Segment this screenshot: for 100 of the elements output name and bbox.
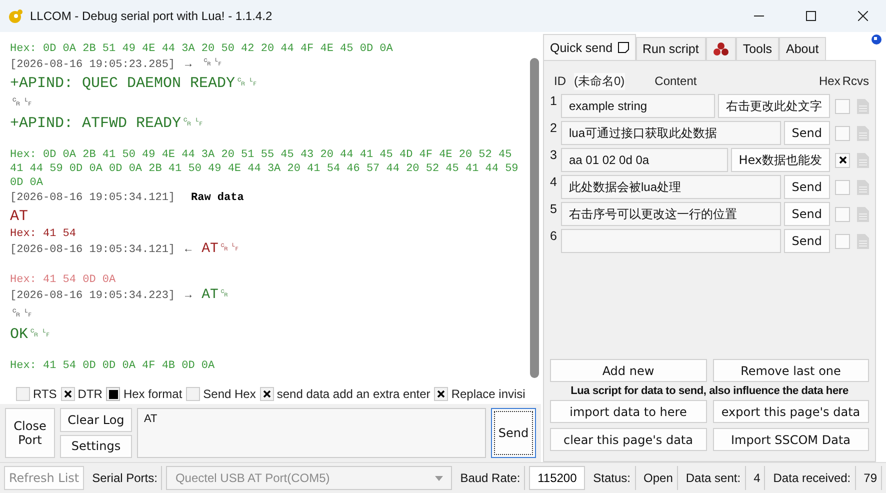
send-button[interactable]: Send bbox=[491, 408, 536, 458]
timestamp: [2026-08-16 19:05:34.223] bbox=[10, 289, 176, 304]
id-header: ID bbox=[554, 74, 566, 88]
send-row-button[interactable]: Send bbox=[784, 229, 830, 253]
page-name-header[interactable]: (未命名0) bbox=[574, 72, 625, 90]
direction-arrow: → bbox=[185, 289, 192, 304]
checkbox[interactable] bbox=[186, 387, 200, 401]
clear-log-button[interactable]: Clear Log bbox=[60, 408, 132, 432]
row-number[interactable]: 3 bbox=[550, 148, 558, 172]
tab[interactable]: Quick send bbox=[543, 34, 636, 60]
data-sent-value: 4 bbox=[750, 466, 766, 490]
timestamp: [2026-08-16 19:05:34.121] bbox=[10, 243, 176, 258]
tab[interactable] bbox=[706, 37, 736, 60]
data-line: OK␍␊ bbox=[10, 325, 54, 345]
note-icon bbox=[618, 42, 629, 53]
timestamp: [2026-08-16 19:05:23.285] bbox=[10, 58, 176, 73]
lua-script-note: Lua script for data to send, also influence the data here bbox=[570, 384, 850, 399]
data-action-button[interactable]: Import SSCOM Data bbox=[712, 428, 869, 451]
send-row-button[interactable]: Send bbox=[784, 202, 830, 226]
content-field[interactable]: example string bbox=[561, 94, 715, 118]
globe-icon[interactable] bbox=[871, 34, 882, 45]
scrollbar[interactable] bbox=[530, 58, 539, 378]
checkbox[interactable] bbox=[106, 387, 120, 401]
send-row-button[interactable]: 右击更改此处文字 bbox=[718, 94, 830, 118]
raw-data-label: Raw data bbox=[191, 191, 244, 206]
hex-checkbox[interactable] bbox=[835, 98, 850, 114]
data-line: ␍␊ bbox=[10, 94, 35, 114]
hex-line: Hex: 0D 0A 2B 41 50 49 4E 44 3A 20 51 55 45 43 20 44 41 45 4D 4F 4E 20 52 45 41 44 59 0D 0A 0D 0A 2B 41 50 49 4E 44 3A 20 41 54 46 57 44 20 52 45 41 44 59 0D 0A bbox=[10, 148, 520, 190]
send-input-field[interactable]: AT bbox=[137, 408, 486, 458]
data-line: +APIND: QUEC DAEMON READY␍␊ bbox=[10, 74, 260, 94]
data-action-button[interactable]: export this page's data bbox=[712, 400, 869, 423]
log-payload: AT␍ bbox=[202, 287, 230, 304]
document-icon[interactable] bbox=[857, 152, 869, 168]
checkbox-label: RTS bbox=[33, 387, 57, 401]
log-payload: ␍␊ bbox=[202, 56, 224, 73]
checkbox-label: Send Hex bbox=[203, 387, 256, 401]
checkbox[interactable] bbox=[60, 387, 75, 401]
log-payload: AT␍␊ bbox=[202, 241, 240, 258]
content-header: Content bbox=[654, 74, 697, 88]
data-line: ␍␊ bbox=[10, 305, 35, 325]
checkbox-label: DTR bbox=[78, 387, 102, 401]
content-field[interactable]: lua可通过接口获取此处数据 bbox=[561, 121, 781, 145]
data-action-button[interactable]: import data to here bbox=[550, 400, 706, 423]
add-new-button[interactable]: Add new bbox=[550, 359, 706, 382]
baud-rate-field[interactable]: 115200 bbox=[529, 466, 586, 490]
row-number[interactable]: 5 bbox=[550, 202, 558, 226]
hex-header: Hex bbox=[818, 74, 840, 88]
close-port-button[interactable]: Close Port bbox=[5, 408, 55, 458]
hex-checkbox[interactable] bbox=[835, 206, 850, 222]
send-row-button[interactable]: Send bbox=[784, 121, 830, 145]
hex-checkbox[interactable] bbox=[835, 234, 850, 248]
direction-arrow: ← bbox=[185, 243, 192, 258]
row-number[interactable]: 1 bbox=[550, 94, 558, 118]
maximize-icon bbox=[806, 11, 816, 21]
document-icon[interactable] bbox=[857, 126, 869, 140]
direction-arrow: → bbox=[185, 58, 192, 73]
rcvs-header: Rcvs bbox=[842, 74, 869, 88]
checkbox[interactable] bbox=[260, 387, 274, 401]
x-mark-icon bbox=[262, 390, 271, 398]
content-field[interactable]: 右击序号可以更改这一行的位置 bbox=[561, 202, 781, 226]
x-mark-icon bbox=[838, 156, 846, 164]
row-number[interactable]: 4 bbox=[550, 175, 558, 199]
status-value: Open bbox=[640, 466, 678, 490]
data-sent-label: Data sent: bbox=[682, 466, 746, 490]
content-field[interactable]: aa 01 02 0d 0a bbox=[561, 148, 728, 172]
content-field[interactable] bbox=[561, 229, 781, 253]
cubes-icon bbox=[712, 42, 729, 56]
document-icon[interactable] bbox=[857, 206, 869, 222]
content-field[interactable]: 此处数据会被lua处理 bbox=[561, 175, 781, 199]
serial-ports-label: Serial Ports: bbox=[88, 466, 162, 490]
status-label: Status: bbox=[589, 466, 636, 490]
hex-checkbox[interactable] bbox=[835, 180, 850, 194]
row-number[interactable]: 6 bbox=[550, 229, 558, 253]
data-line: AT bbox=[10, 207, 30, 227]
data-received-label: Data received: bbox=[769, 466, 856, 490]
hex-line: Hex: 0D 0A 2B 51 49 4E 44 3A 20 50 42 20 44 4F 4E 45 0D 0A bbox=[10, 42, 394, 56]
window-title: LLCOM - Debug serial port with Lua! - 1.1.4.2 bbox=[30, 9, 274, 23]
tab[interactable]: About bbox=[779, 37, 826, 60]
row-number[interactable]: 2 bbox=[550, 121, 558, 145]
document-icon[interactable] bbox=[857, 180, 869, 194]
document-icon[interactable] bbox=[857, 98, 869, 114]
send-row-button[interactable]: Send bbox=[784, 175, 830, 199]
x-mark-icon bbox=[437, 390, 446, 398]
hex-checkbox[interactable] bbox=[835, 152, 850, 168]
hex-line: Hex: 41 54 0D 0A bbox=[10, 273, 117, 287]
hex-line: Hex: 41 54 bbox=[10, 227, 78, 241]
settings-button[interactable]: Settings bbox=[60, 434, 132, 458]
baud-rate-label: Baud Rate: bbox=[456, 466, 526, 490]
data-action-button[interactable]: clear this page's data bbox=[550, 428, 706, 451]
checkbox[interactable] bbox=[16, 387, 30, 401]
tab[interactable]: Tools bbox=[736, 37, 779, 60]
hex-checkbox[interactable] bbox=[835, 126, 850, 140]
tab[interactable]: Run script bbox=[636, 37, 706, 60]
checkbox-label: send data add an extra enter bbox=[276, 387, 430, 401]
timestamp: [2026-08-16 19:05:34.121] bbox=[10, 191, 176, 206]
checkbox[interactable] bbox=[434, 387, 448, 401]
remove-last-button[interactable]: Remove last one bbox=[712, 359, 869, 382]
checkbox-label: Replace invisi bbox=[451, 387, 526, 401]
document-icon[interactable] bbox=[857, 234, 869, 248]
send-row-button[interactable]: Hex数据也能发 bbox=[730, 148, 830, 172]
